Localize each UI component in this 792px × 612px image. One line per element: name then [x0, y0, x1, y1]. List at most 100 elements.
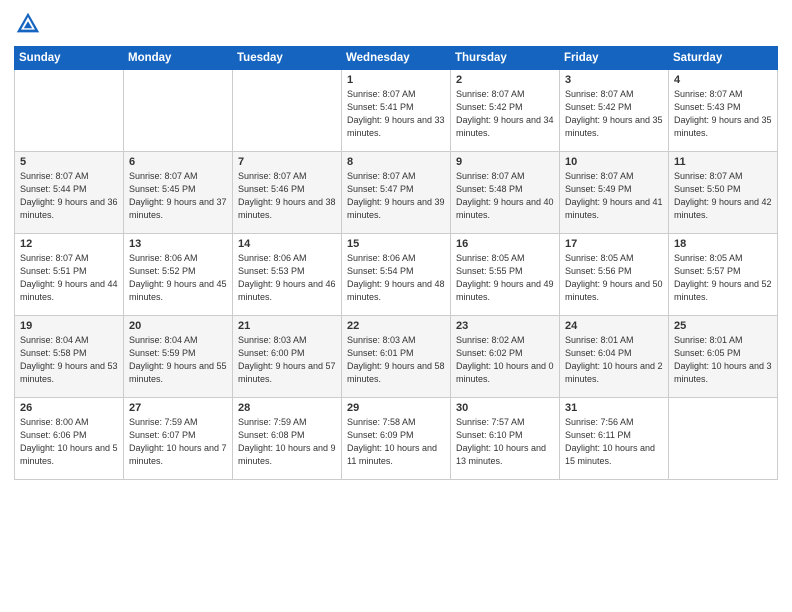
day-info: Sunrise: 8:05 AM Sunset: 5:57 PM Dayligh… — [674, 252, 772, 304]
day-cell: 23 Sunrise: 8:02 AM Sunset: 6:02 PM Dayli… — [451, 316, 560, 398]
day-cell: 30 Sunrise: 7:57 AM Sunset: 6:10 PM Dayli… — [451, 398, 560, 480]
day-number: 13 — [129, 238, 227, 250]
day-number: 5 — [20, 156, 118, 168]
day-info: Sunrise: 7:59 AM Sunset: 6:08 PM Dayligh… — [238, 416, 336, 468]
day-number: 10 — [565, 156, 663, 168]
day-cell: 28 Sunrise: 7:59 AM Sunset: 6:08 PM Dayli… — [233, 398, 342, 480]
day-number: 24 — [565, 320, 663, 332]
day-info: Sunrise: 8:01 AM Sunset: 6:04 PM Dayligh… — [565, 334, 663, 386]
day-cell: 6 Sunrise: 8:07 AM Sunset: 5:45 PM Daylig… — [124, 152, 233, 234]
day-cell: 10 Sunrise: 8:07 AM Sunset: 5:49 PM Dayli… — [560, 152, 669, 234]
day-number: 8 — [347, 156, 445, 168]
day-info: Sunrise: 7:59 AM Sunset: 6:07 PM Dayligh… — [129, 416, 227, 468]
calendar-container: SundayMondayTuesdayWednesdayThursdayFrid… — [0, 0, 792, 612]
day-cell: 14 Sunrise: 8:06 AM Sunset: 5:53 PM Dayli… — [233, 234, 342, 316]
weekday-header-tuesday: Tuesday — [233, 47, 342, 70]
day-number: 17 — [565, 238, 663, 250]
day-info: Sunrise: 8:07 AM Sunset: 5:51 PM Dayligh… — [20, 252, 118, 304]
day-info: Sunrise: 8:07 AM Sunset: 5:48 PM Dayligh… — [456, 170, 554, 222]
day-info: Sunrise: 8:07 AM Sunset: 5:46 PM Dayligh… — [238, 170, 336, 222]
day-cell — [233, 70, 342, 152]
day-info: Sunrise: 8:07 AM Sunset: 5:41 PM Dayligh… — [347, 88, 445, 140]
day-info: Sunrise: 8:07 AM Sunset: 5:42 PM Dayligh… — [456, 88, 554, 140]
day-info: Sunrise: 8:03 AM Sunset: 6:00 PM Dayligh… — [238, 334, 336, 386]
day-number: 4 — [674, 74, 772, 86]
day-cell: 24 Sunrise: 8:01 AM Sunset: 6:04 PM Dayli… — [560, 316, 669, 398]
day-info: Sunrise: 7:57 AM Sunset: 6:10 PM Dayligh… — [456, 416, 554, 468]
day-cell: 7 Sunrise: 8:07 AM Sunset: 5:46 PM Daylig… — [233, 152, 342, 234]
day-info: Sunrise: 8:07 AM Sunset: 5:43 PM Dayligh… — [674, 88, 772, 140]
day-number: 21 — [238, 320, 336, 332]
week-row-3: 12 Sunrise: 8:07 AM Sunset: 5:51 PM Dayli… — [15, 234, 778, 316]
day-number: 6 — [129, 156, 227, 168]
day-info: Sunrise: 8:07 AM Sunset: 5:44 PM Dayligh… — [20, 170, 118, 222]
day-number: 26 — [20, 402, 118, 414]
day-cell: 13 Sunrise: 8:06 AM Sunset: 5:52 PM Dayli… — [124, 234, 233, 316]
day-cell: 29Sunrise: 7:58 AM Sunset: 6:09 PM Dayli… — [342, 398, 451, 480]
day-number: 29 — [347, 402, 445, 414]
day-number: 14 — [238, 238, 336, 250]
day-number: 23 — [456, 320, 554, 332]
day-info: Sunrise: 8:07 AM Sunset: 5:45 PM Dayligh… — [129, 170, 227, 222]
day-cell: 21 Sunrise: 8:03 AM Sunset: 6:00 PM Dayli… — [233, 316, 342, 398]
day-info: Sunrise: 8:06 AM Sunset: 5:54 PM Dayligh… — [347, 252, 445, 304]
week-row-2: 5 Sunrise: 8:07 AM Sunset: 5:44 PM Daylig… — [15, 152, 778, 234]
day-info: Sunrise: 8:06 AM Sunset: 5:52 PM Dayligh… — [129, 252, 227, 304]
day-cell: 19 Sunrise: 8:04 AM Sunset: 5:58 PM Dayli… — [15, 316, 124, 398]
logo — [14, 10, 46, 38]
day-cell: 16 Sunrise: 8:05 AM Sunset: 5:55 PM Dayli… — [451, 234, 560, 316]
weekday-header-thursday: Thursday — [451, 47, 560, 70]
day-number: 11 — [674, 156, 772, 168]
day-number: 30 — [456, 402, 554, 414]
day-cell: 26 Sunrise: 8:00 AM Sunset: 6:06 PM Dayli… — [15, 398, 124, 480]
day-cell: 4 Sunrise: 8:07 AM Sunset: 5:43 PM Daylig… — [669, 70, 778, 152]
day-number: 27 — [129, 402, 227, 414]
day-number: 19 — [20, 320, 118, 332]
day-cell: 27 Sunrise: 7:59 AM Sunset: 6:07 PM Dayli… — [124, 398, 233, 480]
day-number: 15 — [347, 238, 445, 250]
day-info: Sunrise: 8:01 AM Sunset: 6:05 PM Dayligh… — [674, 334, 772, 386]
day-cell: 5 Sunrise: 8:07 AM Sunset: 5:44 PM Daylig… — [15, 152, 124, 234]
week-row-5: 26 Sunrise: 8:00 AM Sunset: 6:06 PM Dayli… — [15, 398, 778, 480]
day-number: 20 — [129, 320, 227, 332]
day-cell — [15, 70, 124, 152]
day-cell: 18 Sunrise: 8:05 AM Sunset: 5:57 PM Dayli… — [669, 234, 778, 316]
day-cell: 8Sunrise: 8:07 AM Sunset: 5:47 PM Daylig… — [342, 152, 451, 234]
day-number: 22 — [347, 320, 445, 332]
day-info: Sunrise: 8:00 AM Sunset: 6:06 PM Dayligh… — [20, 416, 118, 468]
day-cell — [124, 70, 233, 152]
day-info: Sunrise: 8:03 AM Sunset: 6:01 PM Dayligh… — [347, 334, 445, 386]
day-cell: 15 Sunrise: 8:06 AM Sunset: 5:54 PM Dayli… — [342, 234, 451, 316]
day-number: 18 — [674, 238, 772, 250]
week-row-1: 1 Sunrise: 8:07 AM Sunset: 5:41 PM Daylig… — [15, 70, 778, 152]
day-number: 2 — [456, 74, 554, 86]
day-number: 25 — [674, 320, 772, 332]
day-cell: 31Sunrise: 7:56 AM Sunset: 6:11 PM Dayli… — [560, 398, 669, 480]
day-cell: 22 Sunrise: 8:03 AM Sunset: 6:01 PM Dayli… — [342, 316, 451, 398]
day-info: Sunrise: 8:06 AM Sunset: 5:53 PM Dayligh… — [238, 252, 336, 304]
day-number: 1 — [347, 74, 445, 86]
day-info: Sunrise: 8:04 AM Sunset: 5:58 PM Dayligh… — [20, 334, 118, 386]
day-info: Sunrise: 8:02 AM Sunset: 6:02 PM Dayligh… — [456, 334, 554, 386]
day-info: Sunrise: 8:05 AM Sunset: 5:55 PM Dayligh… — [456, 252, 554, 304]
weekday-header-saturday: Saturday — [669, 47, 778, 70]
day-number: 12 — [20, 238, 118, 250]
day-info: Sunrise: 8:05 AM Sunset: 5:56 PM Dayligh… — [565, 252, 663, 304]
day-info: Sunrise: 8:04 AM Sunset: 5:59 PM Dayligh… — [129, 334, 227, 386]
day-number: 7 — [238, 156, 336, 168]
day-cell — [669, 398, 778, 480]
day-info: Sunrise: 8:07 AM Sunset: 5:49 PM Dayligh… — [565, 170, 663, 222]
day-cell: 1 Sunrise: 8:07 AM Sunset: 5:41 PM Daylig… — [342, 70, 451, 152]
day-number: 16 — [456, 238, 554, 250]
day-number: 28 — [238, 402, 336, 414]
weekday-header-friday: Friday — [560, 47, 669, 70]
day-info: Sunrise: 8:07 AM Sunset: 5:42 PM Dayligh… — [565, 88, 663, 140]
day-number: 3 — [565, 74, 663, 86]
day-cell: 25 Sunrise: 8:01 AM Sunset: 6:05 PM Dayli… — [669, 316, 778, 398]
calendar-table: SundayMondayTuesdayWednesdayThursdayFrid… — [14, 46, 778, 480]
weekday-header-row: SundayMondayTuesdayWednesdayThursdayFrid… — [15, 47, 778, 70]
day-cell: 20 Sunrise: 8:04 AM Sunset: 5:59 PM Dayli… — [124, 316, 233, 398]
header — [14, 10, 778, 38]
week-row-4: 19 Sunrise: 8:04 AM Sunset: 5:58 PM Dayli… — [15, 316, 778, 398]
day-cell: 17 Sunrise: 8:05 AM Sunset: 5:56 PM Dayli… — [560, 234, 669, 316]
